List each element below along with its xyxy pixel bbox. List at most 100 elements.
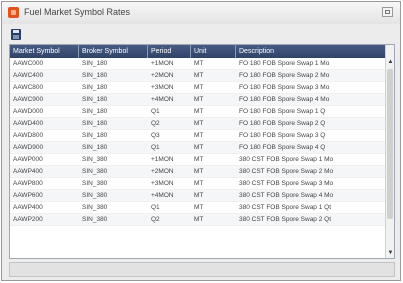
symbol-rates-table: Market Symbol Broker Symbol Period Unit … — [9, 44, 395, 259]
table-header: Market Symbol Broker Symbol Period Unit … — [10, 45, 386, 58]
save-icon[interactable] — [11, 29, 21, 40]
cell-period: +2MON — [151, 168, 174, 175]
cell-description: FO 180 FOB Spore Swap 2 Q — [239, 120, 326, 127]
cell-period: Q3 — [151, 132, 160, 139]
cell-description: FO 180 FOB Spore Swap 4 Mo — [239, 96, 330, 103]
cell-broker-symbol: SIN_180 — [82, 108, 108, 115]
cell-market-symbol: AAWP800 — [13, 180, 43, 187]
window-title: Fuel Market Symbol Rates — [24, 7, 131, 17]
scroll-up-arrow-icon[interactable]: ▲ — [387, 58, 394, 66]
cell-description: FO 180 FOB Spore Swap 1 Mo — [239, 60, 330, 67]
status-bar — [9, 262, 395, 277]
cell-unit: MT — [194, 60, 204, 67]
cell-description: 380 CST FOB Spore Swap 2 Qt — [239, 216, 332, 223]
cell-market-symbol: AAWC400 — [13, 72, 44, 79]
cell-broker-symbol: SIN_180 — [82, 132, 108, 139]
table-row[interactable]: AAWP200 SIN_380 Q2 MT 380 CST FOB Spore … — [10, 214, 386, 226]
cell-broker-symbol: SIN_380 — [82, 180, 108, 187]
cell-market-symbol: AAWC800 — [13, 84, 44, 91]
cell-broker-symbol: SIN_180 — [82, 96, 108, 103]
table-row[interactable]: AAWC800 SIN_180 +3MON MT FO 180 FOB Spor… — [10, 82, 386, 94]
scrollbar-thumb[interactable] — [387, 69, 393, 219]
cell-period: +1MON — [151, 60, 174, 67]
cell-description: FO 180 FOB Spore Swap 4 Q — [239, 144, 326, 151]
cell-market-symbol: AAWP400 — [13, 204, 43, 211]
cell-description: FO 180 FOB Spore Swap 3 Mo — [239, 84, 330, 91]
cell-unit: MT — [194, 192, 204, 199]
cell-broker-symbol: SIN_380 — [82, 192, 108, 199]
table-row[interactable]: AAWD900 SIN_180 Q1 MT FO 180 FOB Spore S… — [10, 142, 386, 154]
cell-unit: MT — [194, 108, 204, 115]
cell-broker-symbol: SIN_180 — [82, 84, 108, 91]
cell-broker-symbol: SIN_180 — [82, 72, 108, 79]
cell-market-symbol: AAWC000 — [13, 60, 44, 67]
cell-period: +4MON — [151, 192, 174, 199]
cell-broker-symbol: SIN_180 — [82, 144, 108, 151]
table-row[interactable]: AAWC000 SIN_180 +1MON MT FO 180 FOB Spor… — [10, 58, 386, 70]
table-row[interactable]: AAWC400 SIN_180 +2MON MT FO 180 FOB Spor… — [10, 70, 386, 82]
cell-unit: MT — [194, 84, 204, 91]
cell-market-symbol: AAWP600 — [13, 192, 43, 199]
scroll-down-arrow-icon[interactable]: ▼ — [387, 249, 394, 257]
cell-period: +3MON — [151, 180, 174, 187]
cell-market-symbol: AAWC900 — [13, 96, 44, 103]
vertical-scrollbar[interactable]: ▲ ▼ — [385, 45, 394, 258]
table-body: AAWC000 SIN_180 +1MON MT FO 180 FOB Spor… — [10, 58, 386, 226]
cell-market-symbol: AAWD900 — [13, 144, 44, 151]
cell-unit: MT — [194, 96, 204, 103]
cell-unit: MT — [194, 168, 204, 175]
cell-market-symbol: AAWD000 — [13, 108, 44, 115]
cell-unit: MT — [194, 132, 204, 139]
cell-market-symbol: AAWD400 — [13, 120, 44, 127]
cell-period: Q1 — [151, 108, 160, 115]
cell-unit: MT — [194, 72, 204, 79]
cell-unit: MT — [194, 204, 204, 211]
column-header-broker-symbol[interactable]: Broker Symbol — [79, 45, 148, 58]
table-row[interactable]: AAWD800 SIN_180 Q3 MT FO 180 FOB Spore S… — [10, 130, 386, 142]
cell-unit: MT — [194, 144, 204, 151]
fuel-market-symbol-rates-window: Fuel Market Symbol Rates Market Symbol B… — [1, 1, 401, 281]
table-row[interactable]: AAWP400 SIN_380 Q1 MT 380 CST FOB Spore … — [10, 202, 386, 214]
table-row[interactable]: AAWP000 SIN_380 +1MON MT 380 CST FOB Spo… — [10, 154, 386, 166]
app-icon — [8, 7, 19, 18]
cell-description: 380 CST FOB Spore Swap 1 Mo — [239, 156, 334, 163]
title-bar[interactable]: Fuel Market Symbol Rates — [2, 2, 400, 24]
cell-market-symbol: AAWP200 — [13, 216, 43, 223]
cell-description: 380 CST FOB Spore Swap 3 Mo — [239, 180, 334, 187]
cell-broker-symbol: SIN_180 — [82, 120, 108, 127]
column-header-unit[interactable]: Unit — [191, 45, 236, 58]
cell-broker-symbol: SIN_380 — [82, 156, 108, 163]
cell-unit: MT — [194, 120, 204, 127]
cell-period: +2MON — [151, 72, 174, 79]
cell-market-symbol: AAWP400 — [13, 168, 43, 175]
cell-unit: MT — [194, 156, 204, 163]
cell-period: +4MON — [151, 96, 174, 103]
column-header-description[interactable]: Description — [236, 45, 386, 58]
table-row[interactable]: AAWC900 SIN_180 +4MON MT FO 180 FOB Spor… — [10, 94, 386, 106]
cell-description: FO 180 FOB Spore Swap 1 Q — [239, 108, 326, 115]
cell-market-symbol: AAWD800 — [13, 132, 44, 139]
cell-period: Q1 — [151, 144, 160, 151]
cell-unit: MT — [194, 180, 204, 187]
cell-period: +1MON — [151, 156, 174, 163]
cell-period: +3MON — [151, 84, 174, 91]
maximize-button[interactable] — [382, 7, 393, 17]
cell-description: 380 CST FOB Spore Swap 2 Mo — [239, 168, 334, 175]
cell-period: Q2 — [151, 120, 160, 127]
table-row[interactable]: AAWP800 SIN_380 +3MON MT 380 CST FOB Spo… — [10, 178, 386, 190]
cell-broker-symbol: SIN_380 — [82, 216, 108, 223]
cell-market-symbol: AAWP000 — [13, 156, 43, 163]
column-header-market-symbol[interactable]: Market Symbol — [10, 45, 79, 58]
table-row[interactable]: AAWD000 SIN_180 Q1 MT FO 180 FOB Spore S… — [10, 106, 386, 118]
cell-broker-symbol: SIN_180 — [82, 60, 108, 67]
cell-broker-symbol: SIN_380 — [82, 204, 108, 211]
cell-description: FO 180 FOB Spore Swap 2 Mo — [239, 72, 330, 79]
cell-broker-symbol: SIN_380 — [82, 168, 108, 175]
table-row[interactable]: AAWD400 SIN_180 Q2 MT FO 180 FOB Spore S… — [10, 118, 386, 130]
cell-description: FO 180 FOB Spore Swap 3 Q — [239, 132, 326, 139]
table-row[interactable]: AAWP400 SIN_380 +2MON MT 380 CST FOB Spo… — [10, 166, 386, 178]
cell-description: 380 CST FOB Spore Swap 1 Qt — [239, 204, 332, 211]
table-row[interactable]: AAWP600 SIN_380 +4MON MT 380 CST FOB Spo… — [10, 190, 386, 202]
cell-description: 380 CST FOB Spore Swap 4 Mo — [239, 192, 334, 199]
column-header-period[interactable]: Period — [148, 45, 191, 58]
